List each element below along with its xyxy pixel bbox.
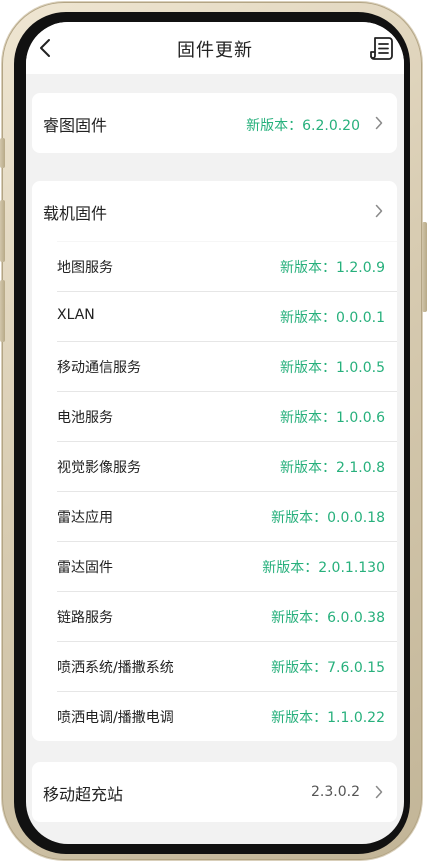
side-button bbox=[0, 138, 5, 168]
module-name: 移动通信服务 bbox=[57, 360, 141, 376]
module-name: 视觉影像服务 bbox=[57, 460, 141, 476]
list-item: 喷洒电调/播撒电调 新版本：1.1.0.22 bbox=[57, 691, 397, 741]
carrier-firmware-card: 载机固件 地图服务 新版本：1.2.0.9 XLAN 新版本：0.0.0.1 移动通信服… bbox=[32, 181, 397, 741]
module-version: 新版本：0.0.0.1 bbox=[280, 310, 385, 326]
list-item: 雷达应用 新版本：0.0.0.18 bbox=[57, 491, 397, 541]
module-name: 地图服务 bbox=[57, 260, 113, 276]
list-item: 链路服务 新版本：6.0.0.38 bbox=[57, 591, 397, 641]
carrier-firmware-title: 载机固件 bbox=[43, 204, 108, 223]
side-button bbox=[0, 200, 5, 262]
module-name: 喷洒电调/播撒电调 bbox=[57, 710, 174, 726]
list-item: 喷洒系统/播撒系统 新版本：7.6.0.15 bbox=[57, 641, 397, 691]
chevron-right-icon bbox=[375, 116, 383, 130]
module-version: 新版本：6.0.0.38 bbox=[271, 610, 385, 626]
carrier-module-list: 地图服务 新版本：1.2.0.9 XLAN 新版本：0.0.0.1 移动通信服务 新版本：… bbox=[57, 241, 397, 741]
charging-station-row[interactable]: 移动超充站 2.3.0.2 bbox=[32, 762, 397, 822]
update-log-button[interactable] bbox=[368, 34, 396, 62]
module-version: 新版本：7.6.0.15 bbox=[271, 660, 385, 676]
module-version: 新版本：2.1.0.8 bbox=[280, 460, 385, 476]
side-button bbox=[422, 222, 427, 312]
charging-station-title: 移动超充站 bbox=[43, 785, 124, 804]
module-version: 新版本：1.0.0.5 bbox=[280, 360, 385, 376]
module-name: 链路服务 bbox=[57, 610, 113, 626]
list-item: 视觉影像服务 新版本：2.1.0.8 bbox=[57, 441, 397, 491]
module-name: 喷洒系统/播撒系统 bbox=[57, 660, 174, 676]
module-name: 电池服务 bbox=[57, 410, 113, 426]
side-button bbox=[0, 280, 5, 342]
charging-station-card: 移动超充站 2.3.0.2 bbox=[32, 762, 397, 822]
module-version: 新版本：0.0.0.18 bbox=[271, 510, 385, 526]
carrier-firmware-row[interactable]: 载机固件 bbox=[32, 181, 397, 241]
list-item: 移动通信服务 新版本：1.0.0.5 bbox=[57, 341, 397, 391]
module-version: 新版本：2.0.1.130 bbox=[262, 560, 385, 576]
page-title: 固件更新 bbox=[177, 40, 253, 61]
ruitu-firmware-card: 睿图固件 新版本：6.2.0.20 bbox=[32, 93, 397, 153]
list-item: XLAN 新版本：0.0.0.1 bbox=[57, 291, 397, 341]
document-list-icon bbox=[370, 37, 393, 60]
charging-station-version: 2.3.0.2 bbox=[311, 784, 360, 800]
chevron-right-icon bbox=[375, 785, 383, 799]
module-version: 新版本：1.0.0.6 bbox=[280, 410, 385, 426]
list-item: 地图服务 新版本：1.2.0.9 bbox=[57, 241, 397, 291]
list-item: 雷达固件 新版本：2.0.1.130 bbox=[57, 541, 397, 591]
screen: 固件更新 睿图固件 新版本：6.2.0.20 载机固件 地图服务 新版本：1.2… bbox=[26, 22, 404, 844]
top-bar: 固件更新 bbox=[26, 22, 404, 74]
ruitu-firmware-row[interactable]: 睿图固件 新版本：6.2.0.20 bbox=[32, 93, 397, 153]
module-version: 新版本：1.1.0.22 bbox=[271, 710, 385, 726]
ruitu-firmware-version: 新版本：6.2.0.20 bbox=[246, 118, 360, 134]
module-version: 新版本：1.2.0.9 bbox=[280, 260, 385, 276]
module-name: XLAN bbox=[57, 307, 95, 323]
module-name: 雷达固件 bbox=[57, 560, 113, 576]
ruitu-firmware-title: 睿图固件 bbox=[43, 116, 108, 135]
chevron-right-icon bbox=[375, 204, 383, 218]
module-name: 雷达应用 bbox=[57, 510, 113, 526]
list-item: 电池服务 新版本：1.0.0.6 bbox=[57, 391, 397, 441]
